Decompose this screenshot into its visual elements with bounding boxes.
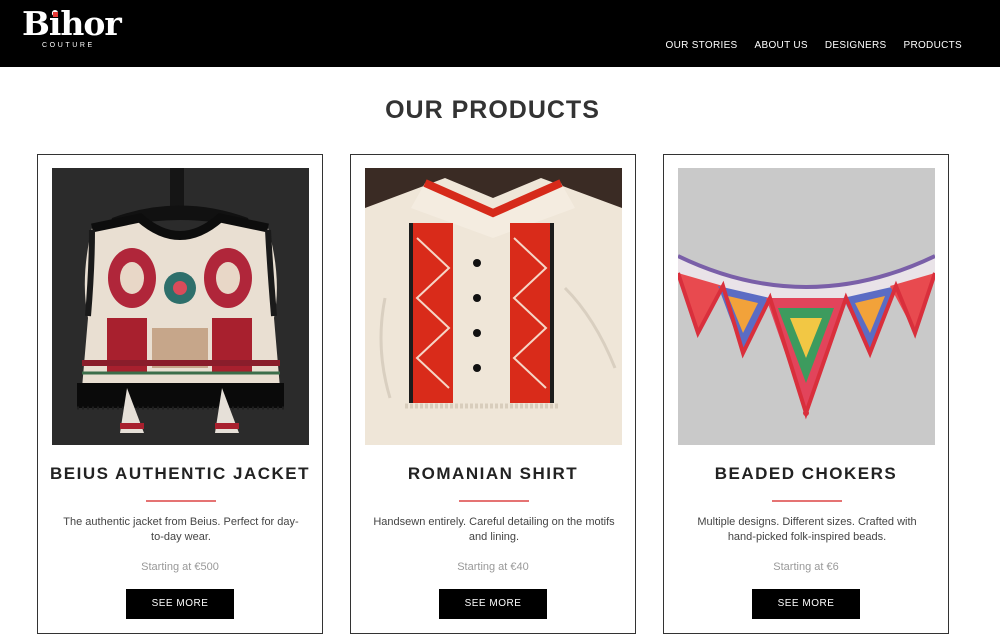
product-description: The authentic jacket from Beius. Perfect… bbox=[63, 516, 299, 543]
see-more-button-chokers[interactable]: SEE MORE bbox=[752, 589, 860, 619]
product-price: Starting at €6 bbox=[773, 561, 839, 573]
title-divider bbox=[459, 500, 529, 502]
logo-accent-dot bbox=[53, 12, 58, 17]
product-image-shirt[interactable] bbox=[365, 168, 622, 445]
title-divider bbox=[146, 500, 216, 502]
product-card-shirt: ROMANIAN SHIRT Handsewn entirely. Carefu… bbox=[350, 154, 636, 634]
product-title: ROMANIAN SHIRT bbox=[407, 464, 579, 483]
main-nav: OUR STORIES ABOUT US DESIGNERS PRODUCTS bbox=[666, 39, 963, 53]
nav-item-about-us[interactable]: ABOUT US bbox=[755, 39, 808, 53]
site-header: Bihor COUTURE OUR STORIES ABOUT US DESIG… bbox=[0, 0, 1000, 67]
product-card-jacket: BEIUS AUTHENTIC JACKET The authentic jac… bbox=[37, 154, 323, 634]
brand-tagline: COUTURE bbox=[42, 42, 95, 49]
brand-name: Bihor bbox=[22, 4, 122, 43]
product-price: Starting at €40 bbox=[457, 561, 529, 573]
product-title: BEADED CHOKERS bbox=[714, 464, 898, 483]
product-image-chokers[interactable] bbox=[678, 168, 935, 445]
product-description: Multiple designs. Different sizes. Craft… bbox=[697, 516, 917, 543]
nav-item-our-stories[interactable]: OUR STORIES bbox=[666, 39, 738, 53]
product-card-chokers: BEADED CHOKERS Multiple designs. Differe… bbox=[663, 154, 949, 634]
see-more-button-jacket[interactable]: SEE MORE bbox=[126, 589, 234, 619]
product-price: Starting at €500 bbox=[141, 561, 219, 573]
nav-item-products[interactable]: PRODUCTS bbox=[903, 39, 962, 53]
nav-item-designers[interactable]: DESIGNERS bbox=[825, 39, 887, 53]
product-title: BEIUS AUTHENTIC JACKET bbox=[50, 464, 310, 483]
title-divider bbox=[772, 500, 842, 502]
product-image-jacket[interactable] bbox=[52, 168, 309, 445]
product-description: Handsewn entirely. Careful detailing on … bbox=[373, 516, 615, 543]
brand-logo[interactable]: Bihor COUTURE bbox=[22, 4, 132, 54]
see-more-button-shirt[interactable]: SEE MORE bbox=[439, 589, 547, 619]
section-title: OUR PRODUCTS bbox=[385, 96, 600, 124]
